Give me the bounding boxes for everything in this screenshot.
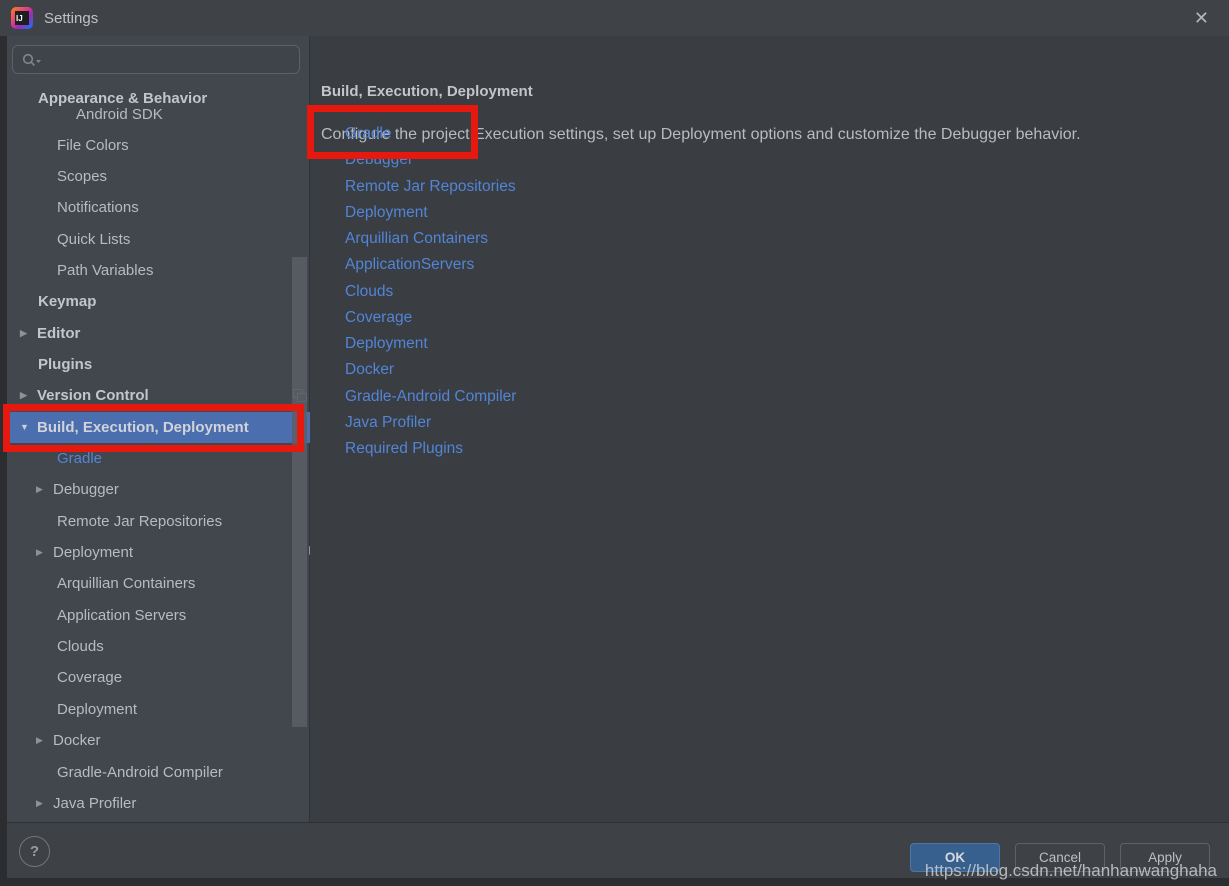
sidebar-item-label: Android SDK: [76, 106, 163, 123]
help-button[interactable]: ?: [19, 836, 50, 867]
sidebar-item-label: Keymap: [38, 293, 96, 310]
sidebar-item-label: Gradle: [57, 450, 102, 467]
annotation-box-sidebar-item: [3, 404, 304, 452]
sidebar-item-deployment[interactable]: Deployment: [7, 694, 360, 725]
sidebar-item-label: Path Variables: [57, 262, 153, 279]
chevron-collapsed-icon[interactable]: ▶: [36, 547, 53, 558]
titlebar: IJ Settings ✕: [0, 0, 1229, 36]
sidebar-item-label: Deployment: [53, 544, 133, 561]
config-link-applicationservers[interactable]: ApplicationServers: [345, 252, 474, 278]
sidebar-item-label: Java Profiler: [53, 795, 136, 812]
config-link-clouds[interactable]: Clouds: [345, 279, 393, 305]
watermark: https://blog.csdn.net/hanhanwanghaha: [925, 861, 1217, 881]
sidebar-item-java-profiler[interactable]: ▶Java Profiler: [7, 788, 339, 819]
sidebar-item-remote-jar-repositories[interactable]: Remote Jar Repositories: [7, 506, 360, 537]
sidebar-item-gradle-android-compiler[interactable]: Gradle-Android Compiler: [7, 757, 360, 788]
config-link-remote-jar-repositories[interactable]: Remote Jar Repositories: [345, 174, 516, 200]
sidebar-item-keymap[interactable]: Keymap: [7, 286, 341, 317]
sidebar-item-label: Remote Jar Repositories: [57, 513, 222, 530]
sidebar-item-label: Application Servers: [57, 607, 186, 624]
config-link-required-plugins[interactable]: Required Plugins: [345, 436, 463, 462]
config-link-coverage[interactable]: Coverage: [345, 305, 412, 331]
sidebar-item-label: Plugins: [38, 356, 92, 373]
sidebar-item-notifications[interactable]: Notifications: [7, 192, 360, 223]
window-title: Settings: [44, 0, 98, 36]
sidebar-item-scopes[interactable]: Scopes: [7, 161, 360, 192]
search-icon: [21, 52, 43, 68]
sidebar-item-label: Debugger: [53, 481, 119, 498]
config-link-gradle-android-compiler[interactable]: Gradle-Android Compiler: [345, 384, 516, 410]
sidebar-item-docker[interactable]: ▶Docker: [7, 725, 339, 756]
chevron-collapsed-icon[interactable]: ▶: [36, 798, 53, 809]
left-edge-strip: [0, 36, 7, 878]
chevron-collapsed-icon[interactable]: ▶: [20, 328, 37, 339]
page-title: Build, Execution, Deployment: [321, 83, 533, 100]
sidebar-item-label: File Colors: [57, 137, 129, 154]
sidebar-item-label: Coverage: [57, 669, 122, 686]
close-icon[interactable]: ✕: [1194, 0, 1209, 36]
sidebar-item-deployment[interactable]: ▶Deployment: [7, 537, 339, 568]
sidebar-item-label: Notifications: [57, 199, 139, 216]
sidebar-item-debugger[interactable]: ▶Debugger: [7, 474, 339, 505]
sidebar-item-quick-lists[interactable]: Quick Lists: [7, 224, 360, 255]
sidebar-item-arquillian-containers[interactable]: Arquillian Containers: [7, 568, 360, 599]
intellij-logo-icon: IJ: [11, 7, 33, 29]
sidebar-item-label: Version Control: [37, 387, 149, 404]
annotation-box-gradle-link: [307, 105, 478, 159]
sidebar-item-label: Editor: [37, 325, 80, 342]
chevron-collapsed-icon[interactable]: ▶: [36, 735, 53, 746]
settings-dialog: IJ Settings ✕ Appearance & BehaviorAndro…: [0, 0, 1229, 886]
sidebar-item-plugins[interactable]: Plugins: [7, 349, 341, 380]
config-link-docker[interactable]: Docker: [345, 357, 394, 383]
search-history-chevron-icon: [36, 60, 41, 63]
intellij-logo-glyph: IJ: [15, 11, 29, 25]
sidebar-item-label: Docker: [53, 732, 101, 749]
sidebar-item-label: Clouds: [57, 638, 104, 655]
chevron-collapsed-icon[interactable]: ▶: [36, 484, 53, 495]
sidebar-item-application-servers[interactable]: Application Servers: [7, 600, 360, 631]
config-link-deployment[interactable]: Deployment: [345, 331, 428, 357]
sidebar-item-label: Scopes: [57, 168, 107, 185]
sidebar-item-editor[interactable]: ▶Editor: [7, 318, 323, 349]
chevron-collapsed-icon[interactable]: ▶: [20, 390, 37, 401]
sidebar-item-label: Gradle-Android Compiler: [57, 764, 223, 781]
sidebar-item-label: Arquillian Containers: [57, 575, 195, 592]
config-link-java-profiler[interactable]: Java Profiler: [345, 410, 431, 436]
sidebar-item-label: Deployment: [57, 701, 137, 718]
sidebar-item-label: Quick Lists: [57, 231, 130, 248]
sidebar-item-coverage[interactable]: Coverage: [7, 662, 360, 693]
search-input[interactable]: [12, 45, 300, 74]
sidebar-item-clouds[interactable]: Clouds: [7, 631, 360, 662]
sidebar-scrollbar-thumb[interactable]: [292, 257, 307, 727]
sidebar-item-path-variables[interactable]: Path Variables: [7, 255, 360, 286]
config-link-arquillian-containers[interactable]: Arquillian Containers: [345, 226, 488, 252]
config-link-deployment[interactable]: Deployment: [345, 200, 428, 226]
